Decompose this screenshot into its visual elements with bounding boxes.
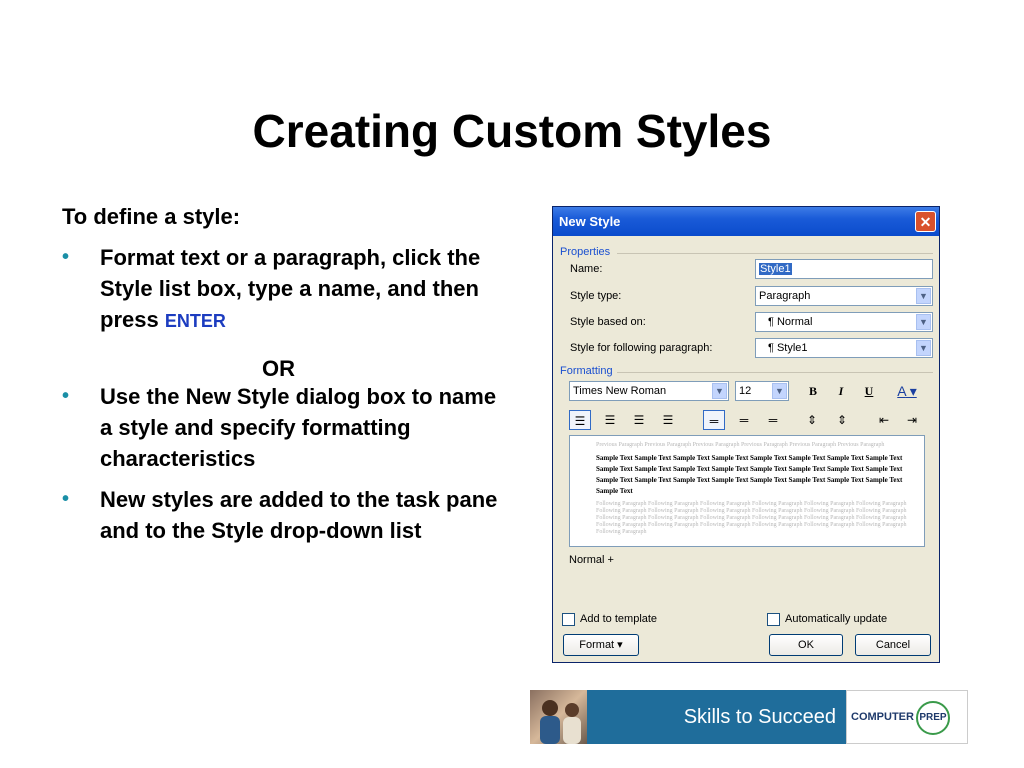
bullet-item: • Format text or a paragraph, click the … bbox=[62, 242, 512, 337]
footer-banner: Skills to Succeed COMPUTER PREP bbox=[530, 690, 968, 744]
section-divider bbox=[617, 253, 933, 254]
bullet-list: • Format text or a paragraph, click the … bbox=[62, 242, 512, 556]
font-dropdown[interactable]: Times New Roman ▼ bbox=[569, 381, 729, 401]
based-on-value: ¶ Normal bbox=[768, 316, 813, 328]
font-value: Times New Roman bbox=[573, 385, 667, 397]
close-icon: ✕ bbox=[919, 214, 932, 230]
close-button[interactable]: ✕ bbox=[915, 211, 936, 232]
banner-photo bbox=[530, 690, 587, 744]
font-size-value: 12 bbox=[739, 385, 752, 397]
format-button[interactable]: Format ▾ bbox=[563, 634, 639, 656]
or-text: OR bbox=[262, 356, 295, 381]
bullet-item: • Use the New Style dialog box to name a… bbox=[62, 381, 512, 474]
intro-text: To define a style: bbox=[62, 204, 241, 229]
decrease-spacing-before-button[interactable]: ⇕ bbox=[831, 410, 853, 430]
double-spacing-icon: ═ bbox=[768, 413, 778, 427]
add-to-template-label[interactable]: Add to template bbox=[580, 613, 657, 625]
align-center-icon: ☰ bbox=[604, 413, 616, 427]
name-field[interactable]: Style1 bbox=[755, 259, 933, 279]
slide-title: Creating Custom Styles bbox=[252, 105, 772, 157]
chevron-down-icon[interactable]: ▼ bbox=[916, 340, 931, 356]
ok-button[interactable]: OK bbox=[769, 634, 843, 656]
properties-section-label: Properties bbox=[560, 246, 611, 258]
spacing-before-icon: ⇕ bbox=[806, 413, 818, 427]
preview-following-paragraph: Following Paragraph Following Paragraph … bbox=[596, 501, 907, 535]
people-photo-icon bbox=[540, 700, 581, 744]
justify-icon: ☰ bbox=[662, 413, 674, 427]
preview-pane: Previous Paragraph Previous Paragraph Pr… bbox=[569, 435, 925, 547]
based-on-label: Style based on: bbox=[570, 316, 646, 328]
italic-button[interactable]: I bbox=[830, 381, 852, 401]
bullet-text: Use the New Style dialog box to name a s… bbox=[100, 384, 497, 471]
double-spacing-button[interactable]: ═ bbox=[762, 410, 784, 430]
font-color-icon: A bbox=[897, 383, 906, 399]
logo-circle: PREP bbox=[915, 701, 950, 735]
decrease-indent-icon: ⇤ bbox=[878, 413, 890, 427]
dialog-title: New Style bbox=[559, 214, 621, 229]
bullet-dot-icon: • bbox=[62, 488, 70, 510]
add-to-template-checkbox[interactable] bbox=[562, 613, 575, 626]
one-half-spacing-button[interactable]: ═ bbox=[733, 410, 755, 430]
name-value: Style1 bbox=[759, 263, 792, 275]
style-type-value: Paragraph bbox=[759, 290, 811, 302]
align-right-button[interactable]: ☰ bbox=[628, 410, 650, 430]
preview-previous-paragraph: Previous Paragraph Previous Paragraph Pr… bbox=[596, 442, 885, 448]
banner-tagline: Skills to Succeed bbox=[587, 690, 846, 744]
single-spacing-icon: ═ bbox=[709, 414, 719, 428]
chevron-down-icon[interactable]: ▼ bbox=[712, 383, 727, 399]
chevron-down-icon[interactable]: ▼ bbox=[916, 314, 931, 330]
align-left-icon: ☰ bbox=[574, 414, 586, 428]
name-label: Name: bbox=[570, 263, 603, 275]
one-half-spacing-icon: ═ bbox=[739, 413, 749, 427]
following-paragraph-dropdown[interactable]: ¶ Style1 ▼ bbox=[755, 338, 933, 358]
new-style-dialog: New Style ✕ Properties Name: Style1 Styl… bbox=[552, 206, 940, 663]
increase-indent-button[interactable]: ⇥ bbox=[901, 410, 923, 430]
align-center-button[interactable]: ☰ bbox=[599, 410, 621, 430]
style-type-dropdown[interactable]: Paragraph ▼ bbox=[755, 286, 933, 306]
justify-button[interactable]: ☰ bbox=[657, 410, 679, 430]
font-color-button[interactable]: A ▾ bbox=[891, 381, 923, 401]
single-spacing-button[interactable]: ═ bbox=[703, 410, 725, 430]
cancel-button[interactable]: Cancel bbox=[855, 634, 931, 656]
bullet-dot-icon: • bbox=[62, 246, 70, 268]
font-size-dropdown[interactable]: 12 ▼ bbox=[735, 381, 789, 401]
based-on-dropdown[interactable]: ¶ Normal ▼ bbox=[755, 312, 933, 332]
spacing-after-icon: ⇕ bbox=[836, 413, 848, 427]
bold-button[interactable]: B bbox=[802, 381, 824, 401]
underline-button[interactable]: U bbox=[858, 381, 880, 401]
formatting-section-label: Formatting bbox=[560, 365, 613, 377]
following-paragraph-label: Style for following paragraph: bbox=[570, 342, 713, 354]
bullet-dot-icon: • bbox=[62, 385, 70, 407]
dialog-titlebar[interactable]: New Style ✕ bbox=[553, 207, 939, 236]
logo-text: COMPUTER bbox=[851, 711, 914, 723]
decrease-indent-button[interactable]: ⇤ bbox=[873, 410, 895, 430]
section-divider bbox=[617, 372, 933, 373]
bullet-text: Format text or a paragraph, click the St… bbox=[100, 245, 481, 332]
bullet-text: New styles are added to the task pane an… bbox=[100, 487, 498, 543]
align-left-button[interactable]: ☰ bbox=[569, 410, 591, 430]
chevron-down-icon[interactable]: ▼ bbox=[916, 288, 931, 304]
auto-update-label[interactable]: Automatically update bbox=[785, 613, 887, 625]
increase-spacing-before-button[interactable]: ⇕ bbox=[801, 410, 823, 430]
bullet-item: • New styles are added to the task pane … bbox=[62, 484, 512, 546]
preview-sample-text: Sample Text Sample Text Sample Text Samp… bbox=[596, 454, 903, 495]
auto-update-checkbox[interactable] bbox=[767, 613, 780, 626]
enter-key-text: ENTER bbox=[164, 311, 226, 331]
computer-prep-logo: COMPUTER PREP bbox=[846, 690, 968, 744]
following-paragraph-value: ¶ Style1 bbox=[768, 342, 808, 354]
align-right-icon: ☰ bbox=[633, 413, 645, 427]
increase-indent-icon: ⇥ bbox=[906, 413, 918, 427]
style-description: Normal + bbox=[569, 554, 614, 566]
style-type-label: Style type: bbox=[570, 290, 622, 302]
chevron-down-icon[interactable]: ▼ bbox=[772, 383, 787, 399]
